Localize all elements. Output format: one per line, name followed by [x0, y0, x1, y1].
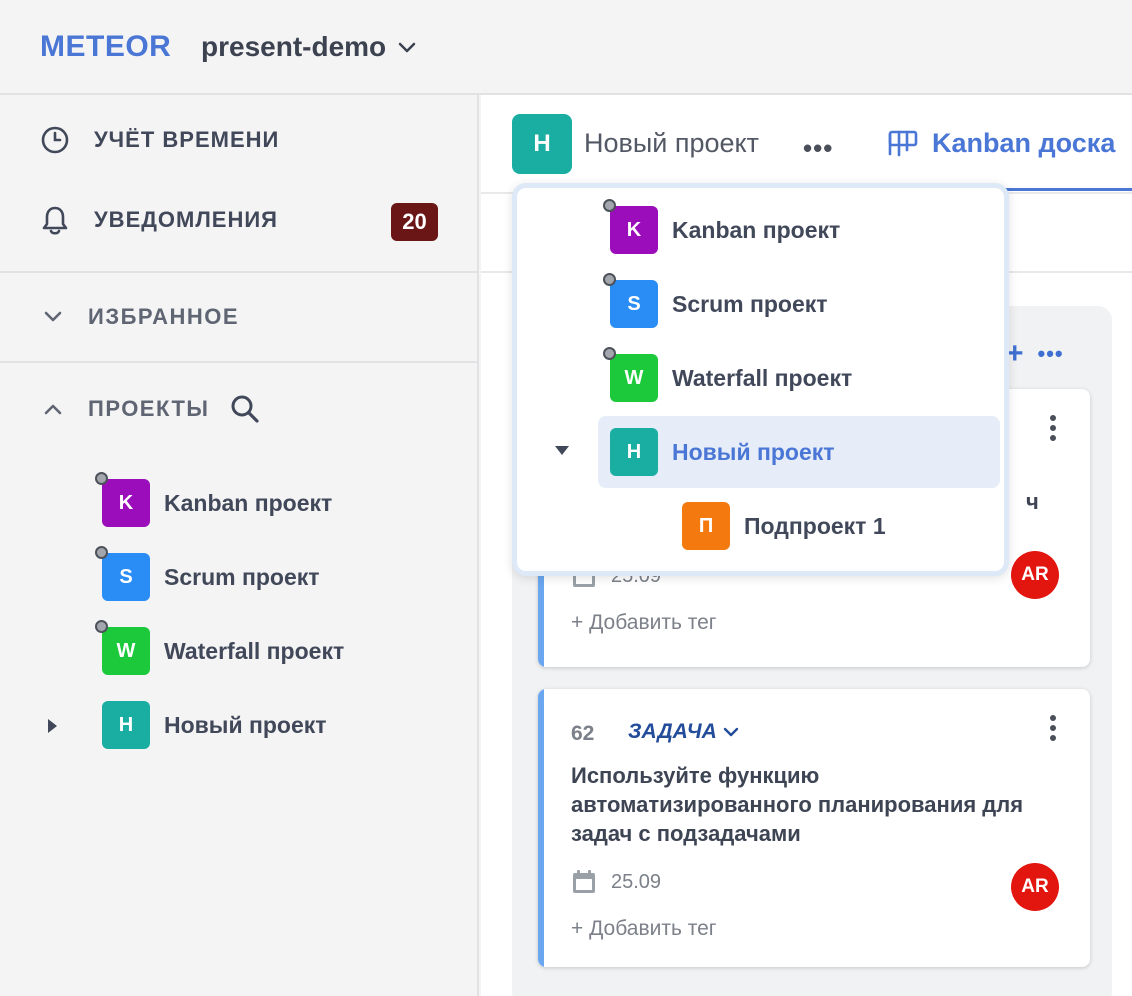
chevron-up-icon: [44, 404, 62, 415]
avatar-initial: S: [119, 565, 133, 588]
workspace-name: present-demo: [201, 31, 387, 62]
notifications-count-badge: 20: [391, 203, 438, 241]
bell-icon: [42, 206, 68, 235]
status-dot: [603, 199, 616, 212]
chevron-down-icon: [398, 42, 416, 53]
dropdown-project-scrum[interactable]: S Scrum проект: [603, 273, 828, 328]
project-name: Kanban проект: [164, 489, 333, 516]
avatar-initial: W: [624, 366, 644, 389]
sidebar-item-notifications[interactable]: УВЕДОМЛЕНИЯ: [40, 204, 278, 236]
dropdown-project-new[interactable]: H Новый проект: [610, 428, 835, 476]
project-more-button[interactable]: •••: [803, 133, 833, 164]
due-date: 25.09: [571, 869, 661, 895]
add-tag-button[interactable]: + Добавить тег: [571, 917, 716, 941]
projects-section-toggle[interactable]: ПРОЕКТЫ: [40, 393, 261, 425]
clock-icon: [41, 126, 69, 154]
project-name: Подпроект 1: [744, 512, 886, 539]
tab-kanban-board[interactable]: Kanban доска: [888, 128, 1115, 159]
task-id: 62: [571, 722, 595, 745]
assignee-avatar[interactable]: AR: [1011, 551, 1059, 599]
expand-triangle-icon[interactable]: [48, 719, 57, 733]
project-avatar: S: [603, 273, 658, 328]
favorites-section-toggle[interactable]: ИЗБРАННОЕ: [40, 304, 239, 330]
project-name: Waterfall проект: [672, 364, 853, 391]
add-tag-button[interactable]: + Добавить тег: [571, 611, 716, 635]
projects-label: ПРОЕКТЫ: [88, 396, 210, 421]
tab-label: Kanban доска: [932, 128, 1116, 158]
project-name: Новый проект: [672, 438, 835, 465]
task-title[interactable]: Используйте функцию автоматизированного …: [571, 761, 1051, 848]
sidebar-item-label: УЧЁТ ВРЕМЕНИ: [94, 127, 280, 152]
dropdown-project-waterfall[interactable]: W Waterfall проект: [603, 347, 853, 402]
avatar-initial: S: [627, 292, 641, 315]
project-avatar: П: [682, 502, 730, 550]
divider: [0, 271, 479, 273]
favorites-label: ИЗБРАННОЕ: [88, 304, 240, 329]
sidebar: УЧЁТ ВРЕМЕНИ УВЕДОМЛЕНИЯ 20 ИЗБРАННОЕ ПР…: [0, 95, 479, 996]
assignee-avatar[interactable]: AR: [1011, 863, 1059, 911]
project-avatar: W: [95, 620, 150, 675]
avatar-initial: K: [626, 218, 642, 241]
avatar-initial: W: [116, 639, 136, 662]
project-avatar: S: [95, 546, 150, 601]
column-more-button[interactable]: •••: [1038, 341, 1064, 367]
sidebar-project-scrum[interactable]: S Scrum проект: [95, 546, 320, 601]
project-avatar: H: [102, 701, 150, 749]
project-avatar: W: [603, 347, 658, 402]
project-avatar: K: [95, 472, 150, 527]
task-card[interactable]: 62 ЗАДАЧА Используйте функцию автоматизи…: [538, 689, 1090, 967]
sidebar-project-new[interactable]: H Новый проект: [102, 701, 327, 749]
app-logo[interactable]: METEOR: [40, 30, 171, 64]
status-dot: [603, 347, 616, 360]
project-name: Scrum проект: [672, 290, 828, 317]
divider: [0, 361, 479, 363]
top-bar: METEOR present-demo: [0, 0, 1132, 95]
avatar-initial: H: [118, 713, 134, 736]
status-dot: [95, 546, 108, 559]
project-name: Scrum проект: [164, 563, 320, 590]
task-type-label: ЗАДАЧА: [628, 720, 717, 743]
kebab-menu-icon[interactable]: [1047, 713, 1059, 743]
task-type-dropdown[interactable]: ЗАДАЧА: [628, 720, 739, 744]
status-dot: [95, 620, 108, 633]
sidebar-project-kanban[interactable]: K Kanban проект: [95, 472, 333, 527]
project-switcher-dropdown: K Kanban проект S Scrum проект W Waterfa…: [512, 183, 1009, 576]
card-title-fragment: ч: [1026, 489, 1039, 514]
project-avatar[interactable]: H: [512, 114, 572, 174]
project-avatar: K: [603, 199, 658, 254]
chevron-down-icon: [723, 727, 738, 737]
kebab-menu-icon[interactable]: [1047, 413, 1059, 443]
kanban-board-icon: [888, 130, 918, 156]
chevron-down-icon: [44, 311, 62, 322]
avatar-initial: H: [626, 440, 642, 463]
collapse-triangle-icon[interactable]: [555, 446, 569, 455]
project-avatar: H: [610, 428, 658, 476]
calendar-icon: [573, 870, 595, 893]
avatar-initial: K: [118, 491, 134, 514]
project-name: Kanban проект: [672, 216, 841, 243]
project-name: Waterfall проект: [164, 637, 345, 664]
due-date-text: 25.09: [611, 870, 662, 893]
project-title[interactable]: Новый проект: [584, 128, 759, 159]
workspace-switcher[interactable]: present-demo: [201, 31, 416, 63]
avatar-initial: П: [698, 514, 714, 537]
dropdown-subproject-1[interactable]: П Подпроект 1: [682, 502, 886, 550]
sidebar-item-label: УВЕДОМЛЕНИЯ: [94, 207, 278, 232]
dropdown-project-kanban[interactable]: K Kanban проект: [603, 199, 841, 254]
sidebar-item-time-tracking[interactable]: УЧЁТ ВРЕМЕНИ: [40, 125, 279, 155]
sidebar-project-waterfall[interactable]: W Waterfall проект: [95, 620, 345, 675]
status-dot: [603, 273, 616, 286]
search-icon[interactable]: [229, 393, 261, 425]
project-name: Новый проект: [164, 711, 327, 738]
status-dot: [95, 472, 108, 485]
column-actions: + •••: [1006, 337, 1064, 371]
